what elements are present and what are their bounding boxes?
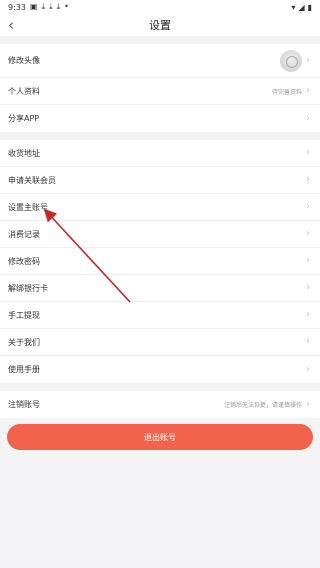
settings-group-1: 修改头像 › 个人资料 待完善资料 › 分享APP ›: [0, 44, 320, 132]
dot-icon: •: [64, 2, 69, 11]
page-title: 设置: [149, 19, 171, 32]
wifi-icon: ▾: [291, 2, 296, 12]
chevron-right-icon: ›: [306, 112, 310, 124]
row-label: 消费记录: [8, 229, 40, 239]
row-consumption-record[interactable]: 消费记录 ›: [0, 221, 320, 248]
row-label: 修改头像: [8, 56, 40, 65]
chevron-right-icon: ›: [306, 363, 310, 375]
row-label: 申请关联会员: [8, 175, 56, 185]
chevron-right-icon: ›: [306, 228, 310, 239]
row-label: 注销账号: [8, 400, 40, 409]
row-shipping-address[interactable]: 收货地址 ›: [0, 140, 320, 167]
header: ‹ 设置: [0, 14, 320, 36]
row-cancel-account[interactable]: 注销账号 注销后无法恢复，请谨慎操作 ›: [0, 391, 320, 418]
chevron-right-icon: ›: [306, 282, 310, 293]
avatar: [280, 49, 302, 72]
chevron-right-icon: ›: [306, 54, 310, 66]
back-icon[interactable]: ‹: [8, 16, 14, 34]
row-link-member[interactable]: 申请关联会员 ›: [0, 167, 320, 194]
download-icon: ⤓: [49, 2, 53, 11]
chevron-right-icon: ›: [306, 309, 310, 320]
row-manual-withdraw[interactable]: 手工提现 ›: [0, 302, 320, 329]
row-share[interactable]: 分享APP ›: [0, 105, 320, 132]
chevron-right-icon: ›: [306, 147, 310, 158]
row-label: 关于我们: [8, 337, 40, 347]
download-icon: ⤓: [56, 2, 61, 11]
row-user-manual[interactable]: 使用手册 ›: [0, 356, 320, 383]
row-label: 分享APP: [8, 114, 40, 123]
chevron-right-icon: ›: [306, 201, 310, 212]
logout-button[interactable]: 退出账号: [7, 424, 313, 450]
row-hint: 注销后无法恢复，请谨慎操作: [223, 402, 302, 409]
row-hint: 待完善资料: [271, 88, 302, 96]
row-label: 收货地址: [8, 148, 40, 158]
row-label: 个人资料: [8, 86, 40, 96]
divider: [0, 132, 320, 140]
image-icon: ▣: [29, 2, 38, 11]
download-icon: ⤓: [41, 2, 46, 11]
row-label: 修改密码: [8, 256, 40, 266]
row-label: 设置主账号: [8, 202, 48, 212]
battery-icon: ▮: [307, 2, 312, 12]
chevron-right-icon: ›: [306, 85, 310, 96]
row-label: 手工提现: [8, 310, 40, 320]
row-label: 使用手册: [8, 365, 40, 374]
chevron-right-icon: ›: [306, 398, 310, 410]
status-bar: 9:33 ▣ ⤓ ⤓ ⤓ • ▾ ◢ ▮: [0, 0, 320, 14]
chevron-right-icon: ›: [306, 174, 310, 185]
chevron-right-icon: ›: [306, 336, 310, 347]
row-profile[interactable]: 个人资料 待完善资料 ›: [0, 78, 320, 105]
row-label: 解绑银行卡: [8, 283, 48, 293]
signal-icon: ◢: [298, 2, 305, 12]
row-avatar[interactable]: 修改头像 ›: [0, 44, 320, 78]
status-time: 9:33: [8, 2, 26, 12]
divider: [0, 36, 320, 44]
settings-group-3: 注销账号 注销后无法恢复，请谨慎操作 ›: [0, 391, 320, 418]
row-unbind-bank-card[interactable]: 解绑银行卡 ›: [0, 275, 320, 302]
chevron-right-icon: ›: [306, 255, 310, 266]
settings-group-2: 收货地址 › 申请关联会员 › 设置主账号 › 消费记录 › 修改密码 › 解绑…: [0, 140, 320, 383]
row-change-password[interactable]: 修改密码 ›: [0, 248, 320, 275]
divider: [0, 383, 320, 391]
row-set-main-account[interactable]: 设置主账号 ›: [0, 194, 320, 221]
row-about-us[interactable]: 关于我们 ›: [0, 329, 320, 356]
